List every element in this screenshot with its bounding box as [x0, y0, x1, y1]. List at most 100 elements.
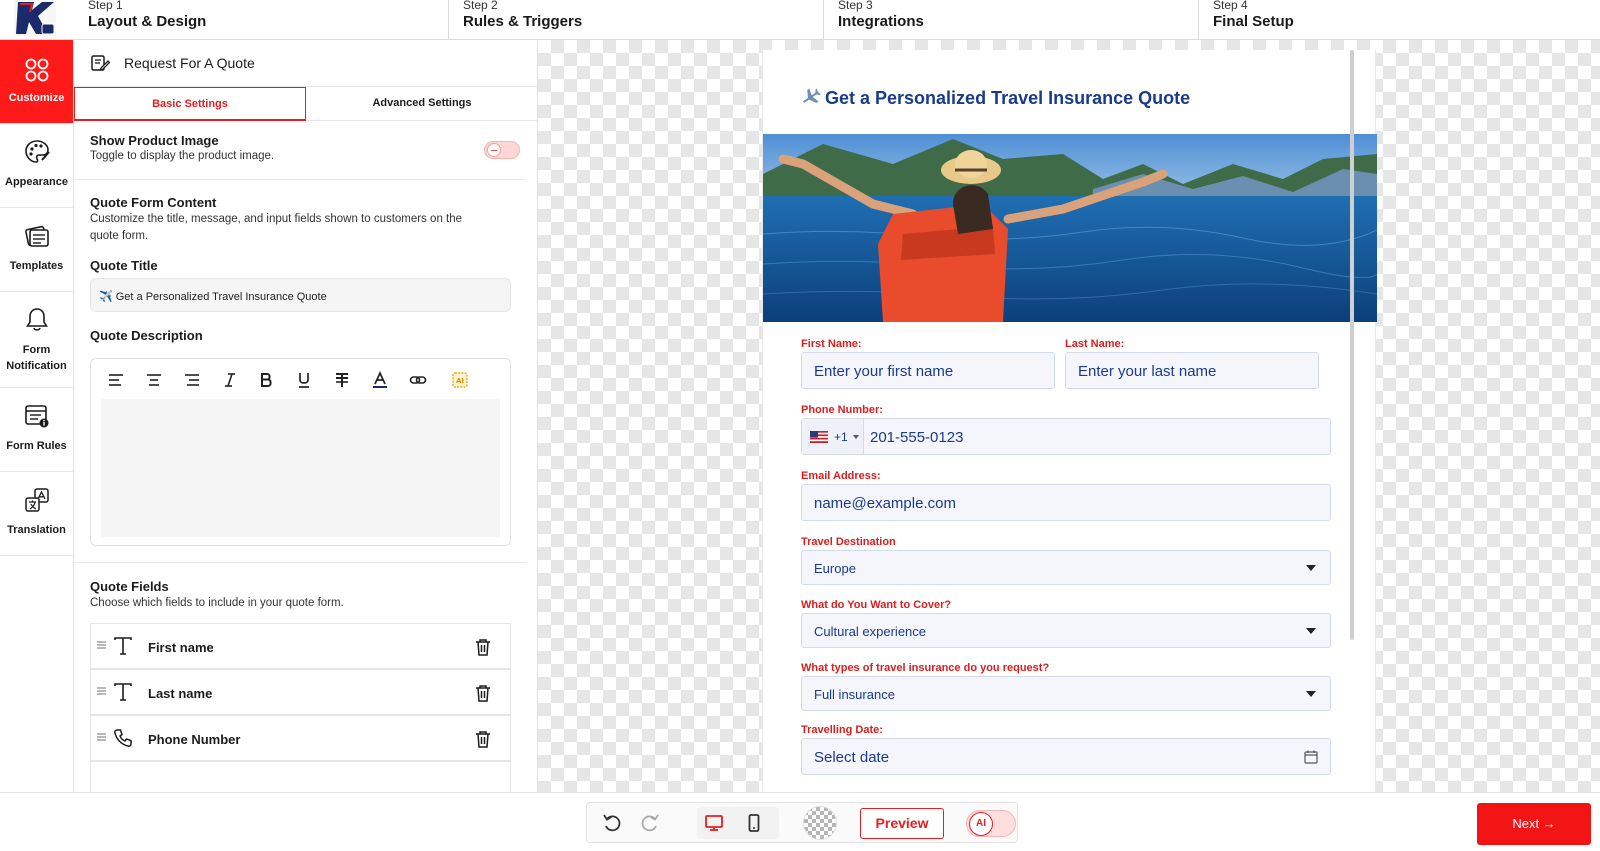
step-2[interactable]: Step 2 Rules & Triggers [449, 0, 824, 40]
email-label: Email Address: [801, 470, 881, 482]
step-1[interactable]: Step 1 Layout & Design [74, 0, 449, 40]
rail-item-form-notification[interactable]: Form Notification [0, 292, 73, 388]
link-icon[interactable] [409, 371, 427, 389]
ai-toggle[interactable]: AI [966, 810, 1016, 837]
insurance-type-value: Full insurance [814, 687, 895, 702]
description-text-area[interactable] [101, 399, 500, 537]
rail-item-appearance[interactable]: Appearance [0, 124, 73, 208]
quote-form-icon [91, 55, 110, 71]
quote-description-editor: AI [90, 358, 511, 546]
form-content-title: Quote Form Content [90, 195, 217, 210]
ai-knob: AI [969, 812, 993, 836]
trash-icon[interactable] [475, 730, 491, 748]
align-left-icon[interactable] [107, 371, 125, 389]
redo-icon[interactable] [639, 811, 661, 833]
trash-icon[interactable] [475, 638, 491, 656]
rail-label-translation: Translation [7, 524, 66, 536]
tab-advanced-settings[interactable]: Advanced Settings [306, 87, 537, 121]
bold-icon[interactable] [257, 371, 275, 389]
step-4-number: Step 4 [1213, 0, 1248, 12]
quote-title-input[interactable]: ✈️ Get a Personalized Travel Insurance Q… [90, 278, 511, 312]
transparent-background-toggle[interactable] [803, 806, 837, 840]
cover-value: Cultural experience [814, 624, 927, 639]
rail-label-form-rules: Form Rules [6, 440, 67, 452]
form-title-text: Get a Personalized Travel Insurance Quot… [825, 88, 1191, 108]
trash-icon[interactable] [475, 684, 491, 702]
show-image-toggle[interactable] [484, 141, 520, 159]
step-1-name: Layout & Design [88, 13, 207, 30]
rail-label-form-notification-1: Form [22, 344, 51, 356]
phone-label: Phone Number: [801, 404, 883, 416]
drag-handle-icon[interactable] [97, 641, 106, 649]
align-right-icon[interactable] [183, 371, 201, 389]
show-image-title: Show Product Image [90, 133, 219, 148]
form-content-desc-line-1: Customize the title, message, and input … [90, 213, 463, 225]
field-row-first-name[interactable]: First name [90, 623, 511, 669]
rail-item-templates[interactable]: Templates [0, 208, 73, 292]
field-row-phone-number[interactable]: Phone Number [90, 715, 511, 761]
field-row-partial[interactable] [90, 761, 511, 792]
field-row-last-name[interactable]: Last name [90, 669, 511, 715]
phone-input[interactable]: +1 201-555-0123 [801, 418, 1331, 455]
bottom-toolbar: Preview AI Next → [0, 792, 1600, 851]
tab-basic-settings[interactable]: Basic Settings [74, 87, 306, 121]
chevron-down-icon [1306, 628, 1316, 634]
email-input[interactable]: name@example.com [801, 484, 1331, 521]
rail-item-translation[interactable]: Translation [0, 472, 73, 556]
cover-select[interactable]: Cultural experience [801, 613, 1331, 648]
rail-label-appearance: Appearance [5, 176, 68, 188]
form-rules-icon [24, 405, 48, 428]
step-3[interactable]: Step 3 Integrations [824, 0, 1199, 40]
grid-icon [25, 58, 48, 82]
mobile-icon[interactable] [743, 812, 765, 834]
preview-scrollbar[interactable] [1350, 50, 1354, 640]
app-logo [12, 0, 58, 38]
travel-date-label: Travelling Date: [801, 724, 883, 736]
drag-handle-icon[interactable] [97, 733, 106, 741]
country-code: +1 [834, 430, 848, 444]
rail-label-form-notification-2: Notification [6, 360, 67, 372]
country-code-select[interactable]: +1 [802, 419, 864, 454]
ai-icon[interactable]: AI [451, 371, 469, 389]
panel-title: Request For A Quote [124, 55, 255, 71]
text-icon [114, 637, 132, 655]
insurance-type-label: What types of travel insurance do you re… [801, 662, 1050, 674]
insurance-type-select[interactable]: Full insurance [801, 676, 1331, 711]
last-name-input[interactable]: Enter your last name [1065, 352, 1319, 389]
step-2-number: Step 2 [463, 0, 498, 12]
toggle-knob [487, 143, 501, 157]
rail-label-customize: Customize [8, 92, 65, 104]
chevron-down-icon [853, 435, 859, 439]
field-label: Phone Number [148, 732, 241, 747]
airplane-icon [803, 88, 821, 103]
rail-item-form-rules[interactable]: Form Rules [0, 388, 73, 472]
drag-handle-icon[interactable] [97, 687, 106, 695]
field-label: First name [148, 640, 214, 655]
text-color-icon[interactable] [371, 371, 389, 389]
destination-select[interactable]: Europe [801, 550, 1331, 585]
translate-icon [24, 488, 49, 512]
preview-button[interactable]: Preview [860, 808, 944, 839]
last-name-label: Last Name: [1065, 338, 1125, 350]
desktop-icon[interactable] [703, 812, 725, 834]
next-button[interactable]: Next → [1477, 803, 1591, 845]
first-name-input[interactable]: Enter your first name [801, 352, 1055, 389]
calendar-icon[interactable] [1304, 750, 1318, 764]
travel-date-input[interactable]: Select date [801, 738, 1331, 775]
undo-icon[interactable] [601, 811, 623, 833]
rail-item-customize[interactable]: Customize [0, 40, 73, 124]
cover-label: What do You Want to Cover? [801, 599, 952, 611]
step-bar: Step 1 Layout & Design Step 2 Rules & Tr… [0, 0, 1600, 40]
editor-toolbar: AI [91, 359, 510, 399]
step-4[interactable]: Step 4 Final Setup [1199, 0, 1600, 40]
rail-label-templates: Templates [9, 260, 64, 272]
first-name-label: First Name: [801, 338, 862, 350]
field-label: Last name [148, 686, 213, 701]
divider [74, 179, 526, 180]
device-switch [697, 807, 779, 839]
strikethrough-icon[interactable] [333, 371, 351, 389]
italic-icon[interactable] [221, 371, 239, 389]
chevron-down-icon [1306, 565, 1316, 571]
align-center-icon[interactable] [145, 371, 163, 389]
underline-icon[interactable] [295, 371, 313, 389]
